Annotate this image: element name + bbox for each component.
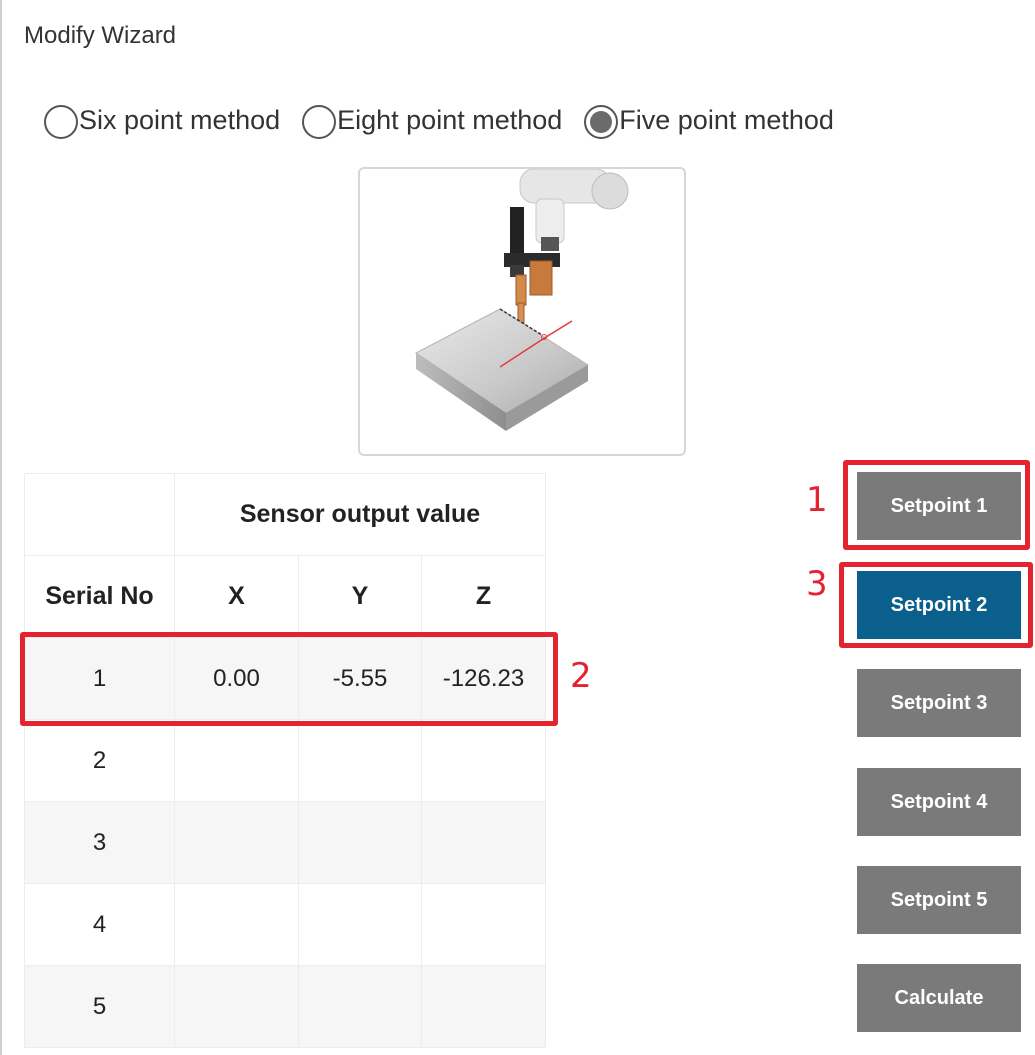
z-value-cell: [421, 965, 546, 1048]
sensor-output-table: Sensor output value Serial No X Y Z 1 0.…: [24, 473, 546, 1048]
annotation-2: 2: [570, 656, 592, 696]
x-value-cell: 0.00: [174, 637, 299, 720]
y-value-cell: -5.55: [298, 637, 422, 720]
panel-left-border: [0, 0, 2, 1055]
serial-cell: 4: [24, 883, 175, 966]
z-value-cell: [421, 801, 546, 884]
setpoint-4-button[interactable]: Setpoint 4: [857, 768, 1021, 836]
six-point-radio[interactable]: [44, 105, 78, 139]
x-value-cell: [174, 801, 299, 884]
x-value-cell: [174, 719, 299, 802]
x-value-cell: [174, 883, 299, 966]
y-value-cell: [298, 801, 422, 884]
table-row: 4: [24, 883, 546, 966]
table-row: 2: [24, 719, 546, 802]
five-point-method-option[interactable]: Five point method: [584, 101, 834, 139]
y-value-cell: [298, 719, 422, 802]
setpoint-1-button[interactable]: Setpoint 1: [857, 472, 1021, 540]
six-point-method-option[interactable]: Six point method: [44, 101, 280, 139]
table-row: 5: [24, 965, 546, 1048]
x-column-header: X: [174, 555, 299, 638]
serial-cell: 5: [24, 965, 175, 1048]
y-value-cell: [298, 965, 422, 1048]
annotation-3: 3: [806, 564, 828, 604]
sensor-output-header: Sensor output value: [174, 473, 546, 556]
five-point-label: Five point method: [619, 104, 834, 135]
y-column-header: Y: [298, 555, 422, 638]
robot-tool-calibration-image: [415, 169, 629, 431]
eight-point-label: Eight point method: [337, 104, 563, 135]
serial-cell: 2: [24, 719, 175, 802]
setpoint-3-button[interactable]: Setpoint 3: [857, 669, 1021, 737]
robot-illustration: [358, 167, 686, 456]
z-value-cell: [421, 883, 546, 966]
setpoint-5-button[interactable]: Setpoint 5: [857, 866, 1021, 934]
y-value-cell: [298, 883, 422, 966]
radio-selected-dot: [590, 111, 613, 133]
eight-point-radio[interactable]: [302, 105, 337, 139]
calculate-button[interactable]: Calculate: [857, 964, 1021, 1032]
x-value-cell: [174, 965, 299, 1048]
six-point-label: Six point method: [79, 104, 281, 135]
eight-point-method-option[interactable]: Eight point method: [302, 101, 562, 139]
table-row: 3: [24, 801, 546, 884]
z-column-header: Z: [421, 555, 546, 638]
setpoint-2-button[interactable]: Setpoint 2: [857, 571, 1021, 639]
annotation-1: 1: [806, 480, 828, 520]
serial-no-header: Serial No: [24, 555, 175, 638]
z-value-cell: [421, 719, 546, 802]
empty-header-cell: [24, 473, 175, 556]
five-point-radio[interactable]: [584, 105, 619, 139]
table-row: 1 0.00 -5.55 -126.23: [24, 637, 546, 720]
z-value-cell: -126.23: [421, 637, 546, 720]
wizard-title: Modify Wizard: [24, 22, 177, 49]
serial-cell: 3: [24, 801, 175, 884]
serial-cell: 1: [24, 637, 175, 720]
method-radio-group: Six point method Eight point method Five…: [44, 101, 856, 139]
